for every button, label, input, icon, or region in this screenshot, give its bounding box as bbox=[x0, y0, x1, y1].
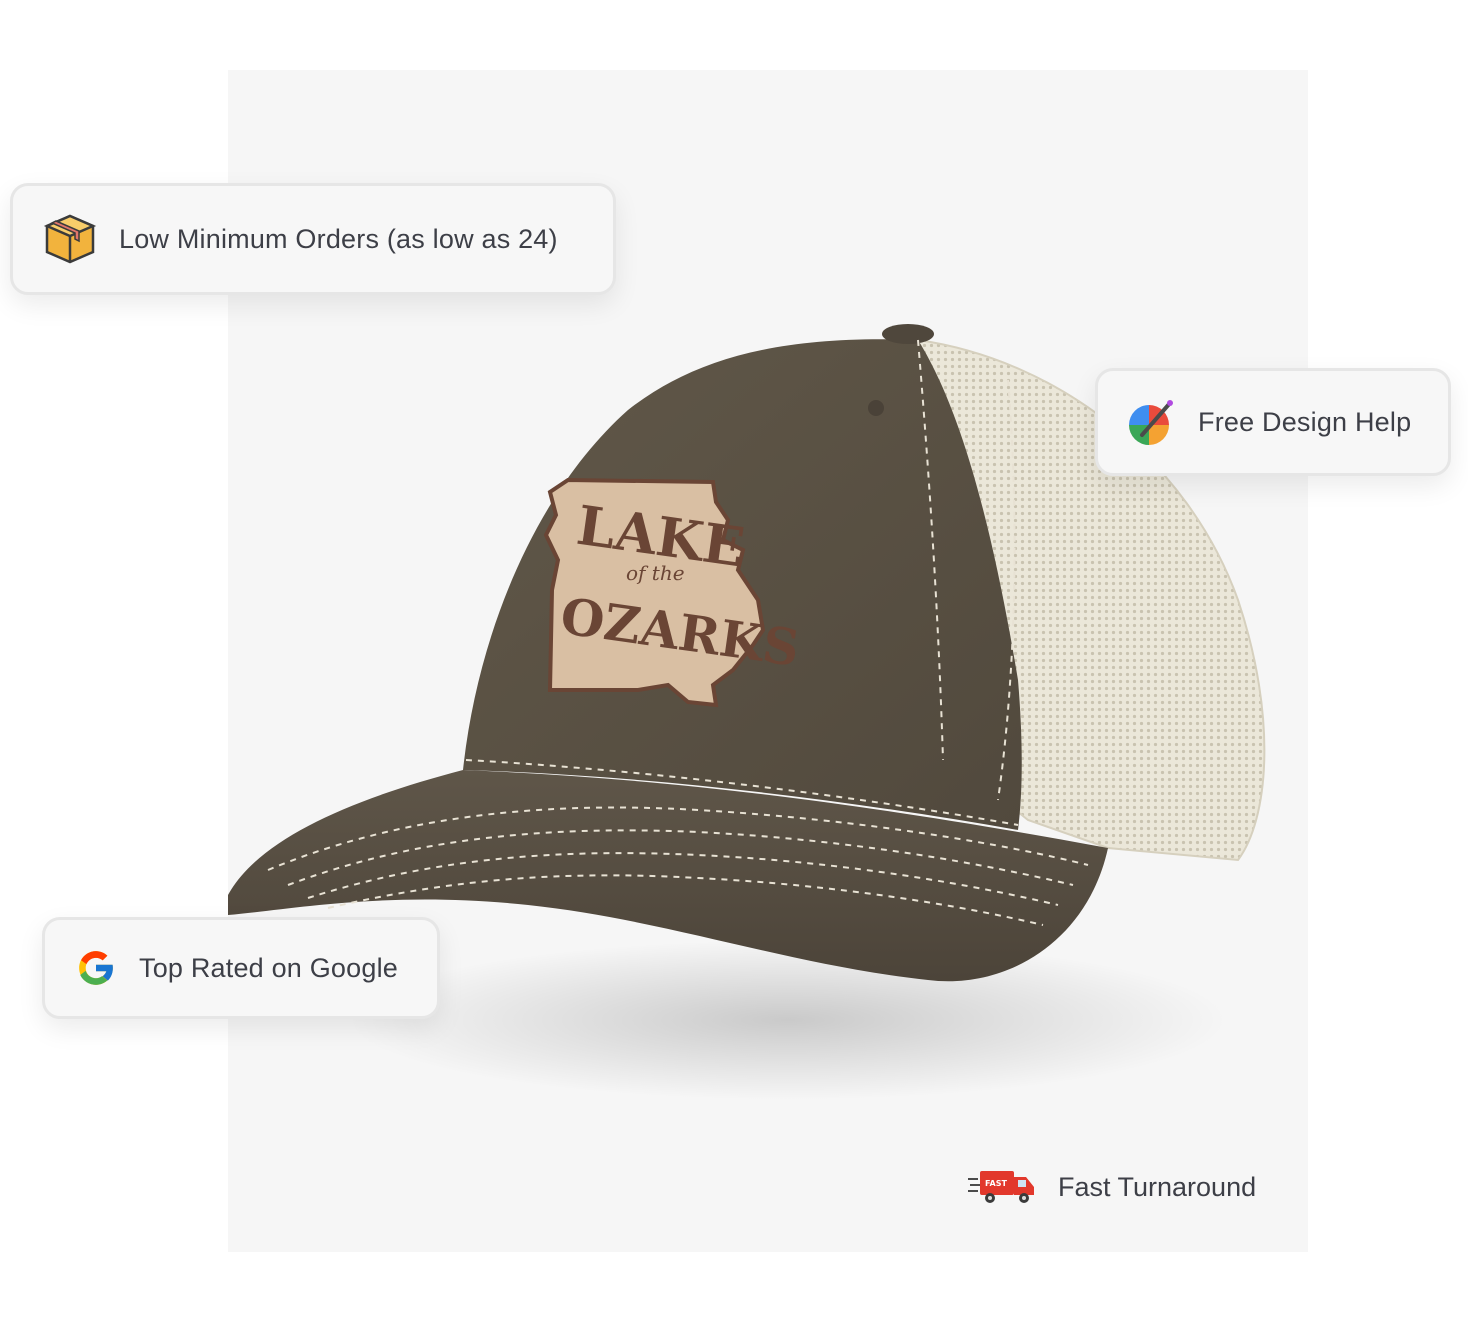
paint-palette-icon bbox=[1124, 395, 1178, 449]
feature-label-google: Top Rated on Google bbox=[139, 952, 398, 983]
fast-delivery-truck-icon: FAST bbox=[966, 1165, 1036, 1209]
feature-pill-top-rated-google: Top Rated on Google bbox=[42, 917, 440, 1019]
feature-pill-low-minimum-orders: Low Minimum Orders (as low as 24) bbox=[10, 183, 616, 295]
hat-shadow bbox=[348, 940, 1228, 1100]
patch-text-line2: of the bbox=[626, 561, 685, 585]
hat-button bbox=[882, 324, 934, 344]
google-logo-icon bbox=[73, 945, 119, 991]
feature-label-design: Free Design Help bbox=[1198, 406, 1412, 437]
feature-label-orders: Low Minimum Orders (as low as 24) bbox=[119, 223, 558, 254]
svg-text:FAST: FAST bbox=[985, 1179, 1008, 1188]
package-box-icon bbox=[43, 212, 97, 266]
feature-fast-turnaround: FAST Fast Turnaround bbox=[966, 1165, 1256, 1209]
feature-label-turnaround: Fast Turnaround bbox=[1058, 1171, 1257, 1202]
feature-pill-free-design-help: Free Design Help bbox=[1095, 368, 1451, 476]
